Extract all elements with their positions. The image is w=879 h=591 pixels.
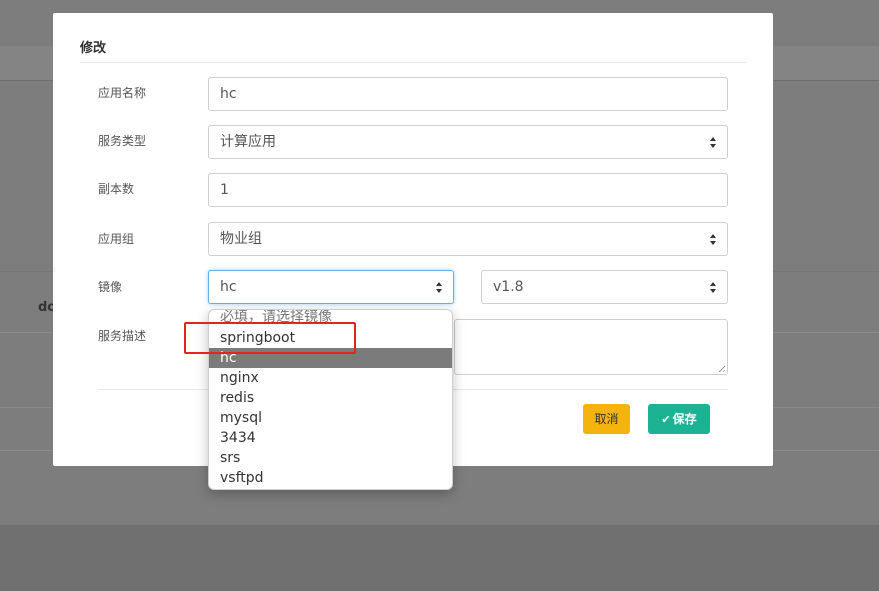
dropdown-option-srs[interactable]: srs: [209, 448, 452, 468]
service-type-select[interactable]: 计算应用: [208, 125, 728, 159]
replicas-value: 1: [220, 182, 229, 198]
service-type-value: 计算应用: [220, 134, 276, 150]
modal-title: 修改: [80, 41, 107, 56]
image-value: hc: [220, 279, 237, 295]
app-group-label: 应用组: [98, 232, 135, 246]
image-label: 镜像: [98, 280, 123, 294]
image-version-value: v1.8: [493, 279, 524, 295]
annotation-highlight-box: [184, 322, 356, 354]
save-button[interactable]: ✔ 保存: [648, 404, 710, 434]
app-name-label: 应用名称: [98, 86, 147, 100]
save-button-label: 保存: [672, 412, 697, 426]
replicas-label: 副本数: [98, 182, 135, 196]
image-select[interactable]: hc: [208, 270, 454, 304]
dropdown-option-redis[interactable]: redis: [209, 388, 452, 408]
description-textarea[interactable]: [454, 319, 728, 375]
image-version-select[interactable]: v1.8: [481, 270, 728, 304]
app-name-value: hc: [220, 86, 237, 102]
check-icon: ✔: [661, 413, 671, 426]
cancel-button[interactable]: 取消: [583, 404, 630, 434]
dropdown-option-3434[interactable]: 3434: [209, 428, 452, 448]
app-group-select[interactable]: 物业组: [208, 222, 728, 256]
app-group-value: 物业组: [220, 231, 262, 247]
service-type-label: 服务类型: [98, 134, 147, 148]
dropdown-option-mysql[interactable]: mysql: [209, 408, 452, 428]
replicas-input[interactable]: 1: [208, 173, 728, 207]
select-arrows-icon: [710, 282, 717, 293]
dropdown-option-vsftpd[interactable]: vsftpd: [209, 468, 452, 488]
app-name-input[interactable]: hc: [208, 77, 728, 111]
background-lower-area: [0, 525, 879, 591]
select-arrows-icon: [710, 137, 717, 148]
description-label: 服务描述: [98, 329, 147, 343]
dropdown-option-nginx[interactable]: nginx: [209, 368, 452, 388]
select-arrows-icon: [436, 282, 443, 293]
modal-title-divider: [80, 62, 746, 63]
resize-grip-icon[interactable]: [719, 366, 725, 372]
select-arrows-icon: [710, 234, 717, 245]
